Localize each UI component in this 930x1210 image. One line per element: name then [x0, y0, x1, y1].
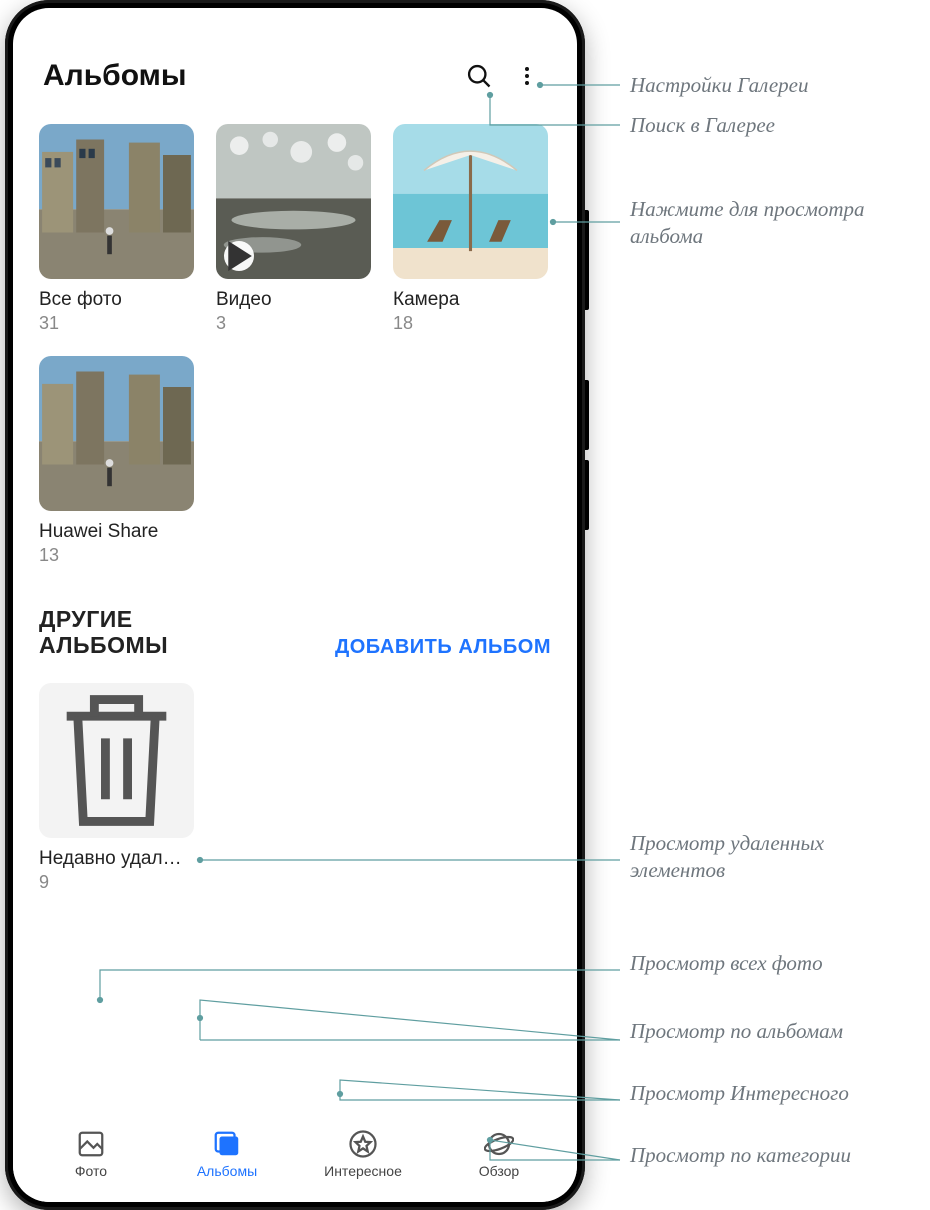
- album-name: Huawei Share: [39, 521, 194, 543]
- albums-grid: Все фото 31: [13, 114, 577, 566]
- album-recently-deleted[interactable]: Недавно удал… 9: [39, 683, 194, 893]
- nav-label: Альбомы: [197, 1163, 257, 1179]
- screen: Альбомы: [13, 8, 577, 1202]
- section-title-line2: АЛЬБОМЫ: [39, 632, 168, 658]
- album-huawei-share[interactable]: Huawei Share 13: [39, 356, 194, 566]
- albums-icon: [212, 1129, 242, 1159]
- phone-frame: Альбомы: [5, 0, 585, 1210]
- play-badge: [224, 241, 254, 271]
- page-title: Альбомы: [43, 59, 451, 93]
- add-album-button[interactable]: ДОБАВИТЬ АЛЬБОМ: [335, 636, 551, 659]
- album-count: 31: [39, 313, 194, 334]
- section-title: ДРУГИЕ АЛЬБОМЫ: [39, 606, 168, 659]
- album-name: Видео: [216, 289, 371, 311]
- album-videos[interactable]: Видео 3: [216, 124, 371, 334]
- callout-view-album: Нажмите для просмотра альбома: [630, 196, 920, 251]
- nav-browse[interactable]: Обзор: [444, 1129, 554, 1179]
- album-thumbnail: [39, 356, 194, 511]
- callout-recently-deleted: Просмотр удаленных элементов: [630, 830, 920, 885]
- section-title-line1: ДРУГИЕ: [39, 606, 133, 632]
- album-thumbnail: [39, 683, 194, 838]
- albums-row: Недавно удал… 9: [39, 683, 551, 893]
- album-camera[interactable]: Камера 18: [393, 124, 548, 334]
- other-albums-grid: Недавно удал… 9: [13, 673, 577, 893]
- bottom-nav: Фото Альбомы Интересное: [13, 1116, 577, 1202]
- volume-up-button: [585, 380, 589, 450]
- callout-photos-tab: Просмотр всех фото: [630, 950, 920, 977]
- nav-albums[interactable]: Альбомы: [172, 1129, 282, 1179]
- album-count: 18: [393, 313, 548, 334]
- album-thumbnail: [39, 124, 194, 279]
- callout-browse-tab: Просмотр по категории: [630, 1142, 920, 1169]
- album-name: Недавно удал…: [39, 848, 194, 870]
- app-header: Альбомы: [13, 32, 577, 114]
- side-button: [585, 210, 589, 310]
- search-icon: [465, 62, 493, 90]
- album-count: 3: [216, 313, 371, 334]
- album-name: Все фото: [39, 289, 194, 311]
- albums-row: Huawei Share 13: [39, 356, 551, 566]
- nav-discover[interactable]: Интересное: [308, 1129, 418, 1179]
- more-vertical-icon: [515, 64, 539, 88]
- callout-discover-tab: Просмотр Интересного: [630, 1080, 920, 1107]
- album-count: 9: [39, 872, 194, 893]
- callout-settings: Настройки Галереи: [630, 72, 920, 99]
- more-button[interactable]: [507, 56, 547, 96]
- search-button[interactable]: [459, 56, 499, 96]
- trash-icon: [39, 683, 194, 838]
- albums-row: Все фото 31: [39, 124, 551, 334]
- photo-icon: [76, 1129, 106, 1159]
- album-name: Камера: [393, 289, 548, 311]
- album-count: 13: [39, 545, 194, 566]
- nav-photos[interactable]: Фото: [36, 1129, 146, 1179]
- planet-icon: [484, 1129, 514, 1159]
- other-albums-header: ДРУГИЕ АЛЬБОМЫ ДОБАВИТЬ АЛЬБОМ: [13, 588, 577, 673]
- album-all-photos[interactable]: Все фото 31: [39, 124, 194, 334]
- nav-label: Интересное: [324, 1163, 402, 1179]
- star-circle-icon: [348, 1129, 378, 1159]
- play-icon: [224, 241, 254, 271]
- nav-label: Обзор: [479, 1163, 519, 1179]
- album-thumbnail: [216, 124, 371, 279]
- callout-search: Поиск в Галерее: [630, 112, 920, 139]
- album-thumbnail: [393, 124, 548, 279]
- nav-label: Фото: [75, 1163, 107, 1179]
- callout-albums-tab: Просмотр по альбомам: [630, 1018, 920, 1045]
- volume-down-button: [585, 460, 589, 530]
